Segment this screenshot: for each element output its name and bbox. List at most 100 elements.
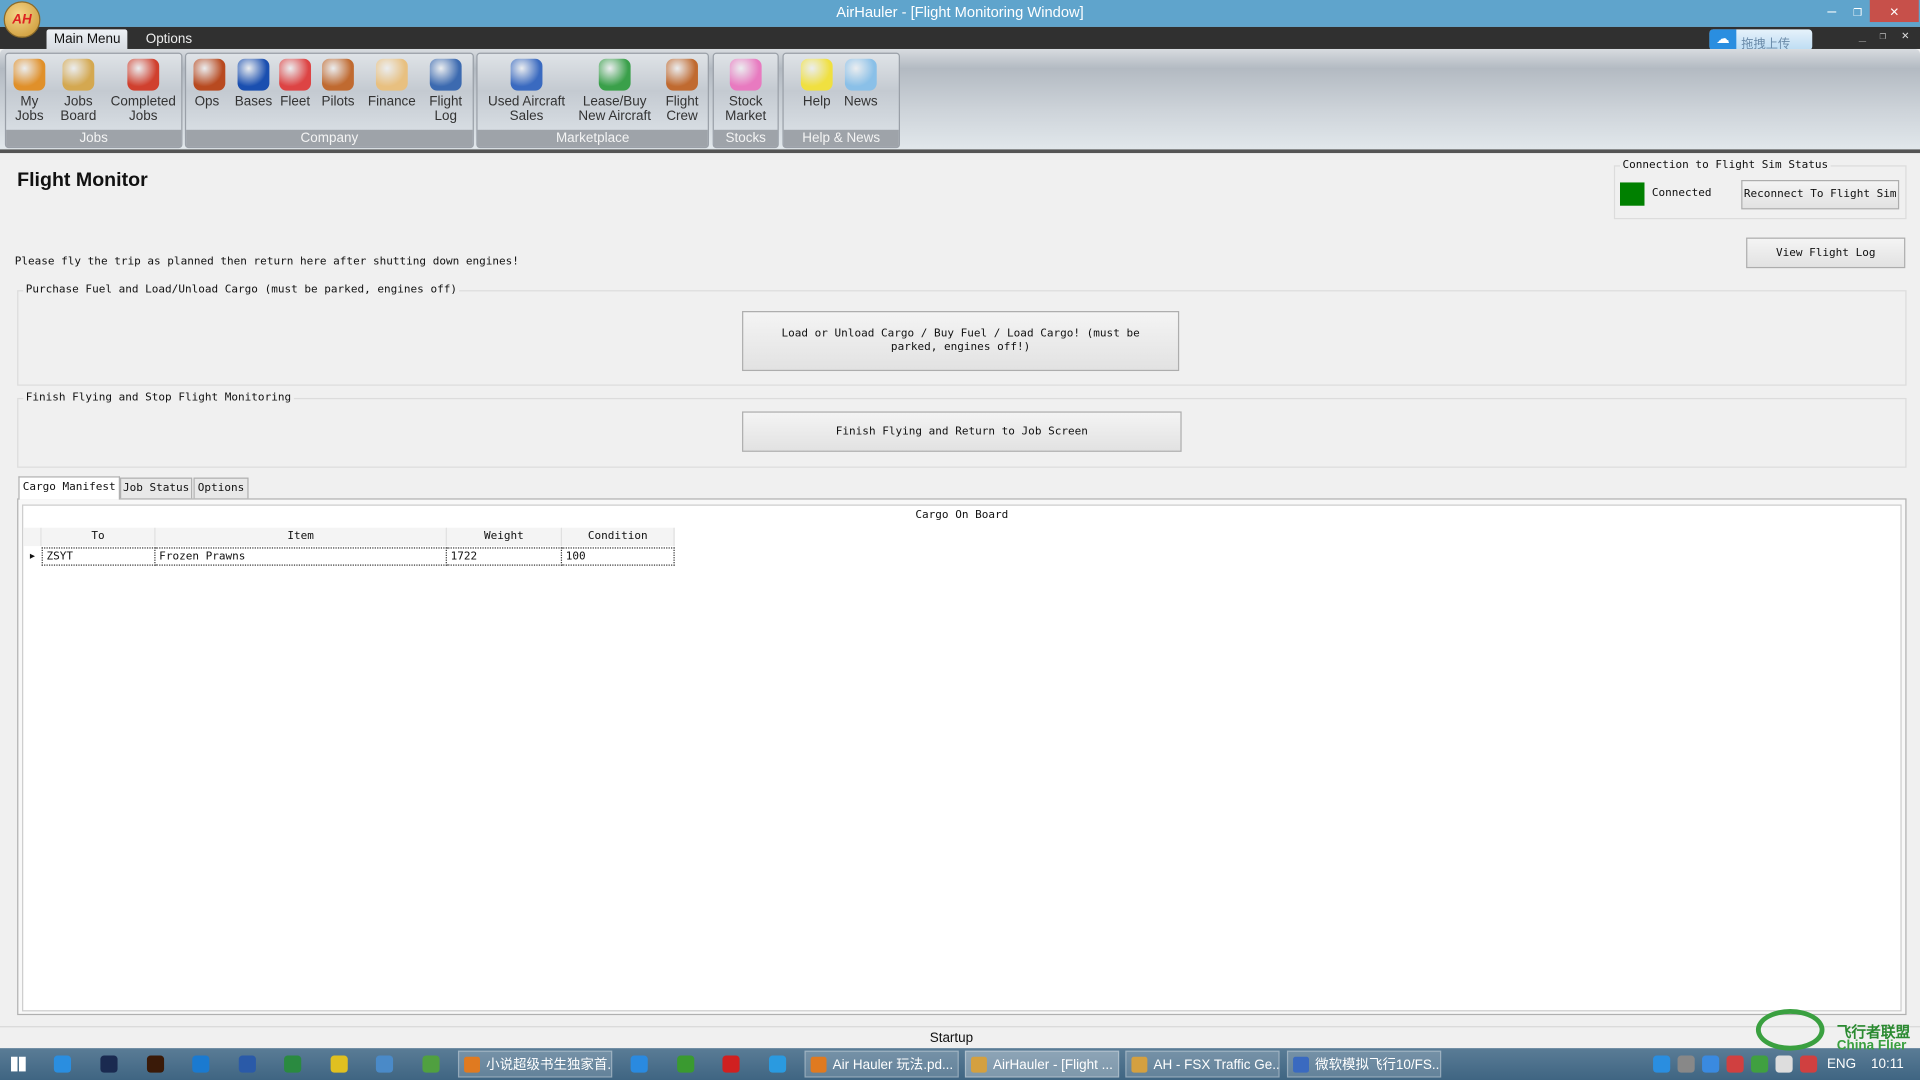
view-flight-log-button[interactable]: View Flight Log [1746,237,1906,269]
taskbar-item[interactable]: AirHauler - [Flight ... [964,1050,1120,1078]
connection-legend: Connection to Flight Sim Status [1620,159,1831,172]
app-icon[interactable] [677,1055,695,1073]
app-logo[interactable]: AH [3,1,41,38]
ribbon-button-jobs-board[interactable]: Jobs Board [55,58,102,124]
grid-caption: Cargo On Board [915,509,1009,522]
column-header-to[interactable]: To [41,527,156,547]
table-cell[interactable]: 1722 [446,547,563,566]
notepad-icon [844,58,877,91]
close-button[interactable]: ✕ [1869,0,1919,23]
ribbon-button-finance[interactable]: Finance [362,58,421,109]
ribbon-group-label: Stocks [713,129,778,147]
instruction-text: Please fly the trip as planned then retu… [14,255,519,269]
load-cargo-fuel-button[interactable]: Load or Unload Cargo / Buy Fuel / Load C… [742,311,1180,372]
word-icon[interactable] [238,1055,256,1073]
column-header-weight[interactable]: Weight [446,527,563,547]
signal-icon[interactable] [1775,1055,1793,1073]
taskbar-item[interactable]: 微软模拟飞行10/FS... [1286,1050,1442,1078]
tray-info-icon[interactable] [1702,1055,1720,1073]
language-indicator[interactable]: ENG [1827,1057,1856,1072]
ribbon-button-flight-crew[interactable]: Flight Crew [659,58,706,124]
mdi-restore-icon[interactable]: ❐ [1880,31,1887,43]
ribbon-button-label: Flight Crew [665,94,699,124]
pilot-icon [322,58,354,91]
volume-muted-icon[interactable] [1800,1055,1818,1073]
kugou-icon[interactable] [192,1055,210,1073]
taskbar: 小说超级书生独家首... Air Hauler 玩法.pd... AirHauler… [0,1048,1920,1080]
taskbar-item[interactable]: Air Hauler 玩法.pd... [804,1050,959,1078]
mdi-minimize-icon[interactable]: _ [1859,29,1866,42]
taskbar-item-label: AirHauler - [Flight ... [993,1057,1113,1073]
ribbon-button-news[interactable]: News [838,58,885,109]
tab-job-status[interactable]: Job Status [120,477,193,500]
ribbon-button-label: Stock Market [725,94,767,124]
ribbon-button-completed-jobs[interactable]: Completed Jobs [104,58,182,124]
restore-button[interactable]: ❐ [1842,0,1874,22]
column-header-condition[interactable]: Condition [562,527,675,547]
app-icon[interactable] [422,1055,440,1073]
row-selector-arrow-icon[interactable]: ▶ [23,547,41,565]
taskbar-item-label: 微软模拟飞行10/FS... [1315,1057,1442,1073]
taskbar-app-icon [464,1056,481,1073]
taskbar-item[interactable]: AH - FSX Traffic Ge... [1125,1050,1280,1078]
cargo-grid[interactable]: Cargo On Board To Item Weight Condition ▶ ZSY… [22,504,1902,1012]
divider [0,149,1920,154]
row-header-corner [23,527,42,547]
tray-security-icon[interactable] [1751,1055,1769,1073]
baidu-cloud-icon[interactable] [53,1055,72,1073]
app-icon[interactable] [330,1055,348,1073]
ribbon-button-stock-market[interactable]: Stock Market [719,58,773,124]
ribbon-button-label: Ops [194,94,220,109]
book-icon [429,58,462,91]
menu-tab-options[interactable]: Options [138,29,199,49]
tab-cargo-manifest[interactable]: Cargo Manifest [18,476,121,500]
tab-options[interactable]: Options [193,477,249,500]
taskbar-item[interactable]: 小说超级书生独家首... [457,1050,613,1078]
ribbon-group-stocks: Stock Market Stocks [712,52,779,149]
taskbar-item-label: 小说超级书生独家首... [486,1057,613,1073]
upload-widget[interactable]: ☁ 拖拽上传 [1709,29,1813,51]
ribbon-button-label: Completed Jobs [110,94,176,124]
ribbon-button-pilots[interactable]: Pilots [318,58,357,109]
ribbon-group-label: Company [186,129,473,147]
ribbon-button-used-aircraft-sales[interactable]: Used Aircraft Sales [482,58,570,124]
qq-browser-icon[interactable] [768,1055,787,1073]
column-header-item[interactable]: Item [155,527,447,547]
excel-icon[interactable] [284,1055,302,1073]
taskbar-item-label: Air Hauler 玩法.pd... [832,1057,954,1073]
plane-icon [13,58,46,91]
tray-cloud-icon[interactable] [1653,1055,1671,1073]
browser-icon[interactable] [630,1055,648,1073]
ribbon-button-help[interactable]: Help [793,58,840,109]
finish-flying-group: Finish Flying and Stop Flight Monitoring… [17,391,1907,468]
finish-flying-button[interactable]: Finish Flying and Return to Job Screen [742,411,1182,452]
keys-icon [598,58,631,91]
reconnect-button[interactable]: Reconnect To Flight Sim [1741,180,1900,210]
table-cell[interactable]: ZSYT [41,547,156,566]
ribbon-button-label: Finance [367,94,416,109]
photoshop-icon[interactable] [100,1055,118,1073]
ribbon-button-lease-buy-new-aircraft[interactable]: Lease/Buy New Aircraft [576,58,654,124]
illustrator-icon[interactable] [146,1055,165,1073]
player-icon[interactable] [722,1055,740,1073]
ribbon-button-flight-log[interactable]: Flight Log [424,58,468,124]
network-icon[interactable] [375,1055,394,1073]
ribbon-button-bases[interactable]: Bases [233,58,275,109]
china-flier-watermark: 飞行者联盟 China Flier [1751,1007,1920,1056]
menu-tab-main-menu[interactable]: Main Menu [46,29,128,49]
tray-icon[interactable] [1726,1055,1744,1073]
start-button[interactable] [11,1056,26,1072]
mdi-close-icon[interactable]: ✕ [1902,29,1909,42]
clock[interactable]: 10:11 [1871,1057,1904,1072]
operator-icon [193,58,226,91]
ribbon-button-ops[interactable]: Ops [193,58,226,109]
ribbon-button-my-jobs[interactable]: My Jobs [11,58,48,124]
title-bar: AirHauler - [Flight Monitoring Window] –… [0,0,1920,27]
table-cell[interactable]: Frozen Prawns [155,547,447,566]
tray-icon[interactable] [1677,1055,1695,1073]
ribbon-group-company: Ops Bases Fleet Pilots Finance Flight Log Comp… [184,52,474,149]
table-cell[interactable]: 100 [562,547,675,566]
ribbon-button-fleet[interactable]: Fleet [279,58,312,109]
box-icon [62,58,95,91]
connection-status-group: Connection to Flight Sim Status Connecte… [1613,159,1907,220]
